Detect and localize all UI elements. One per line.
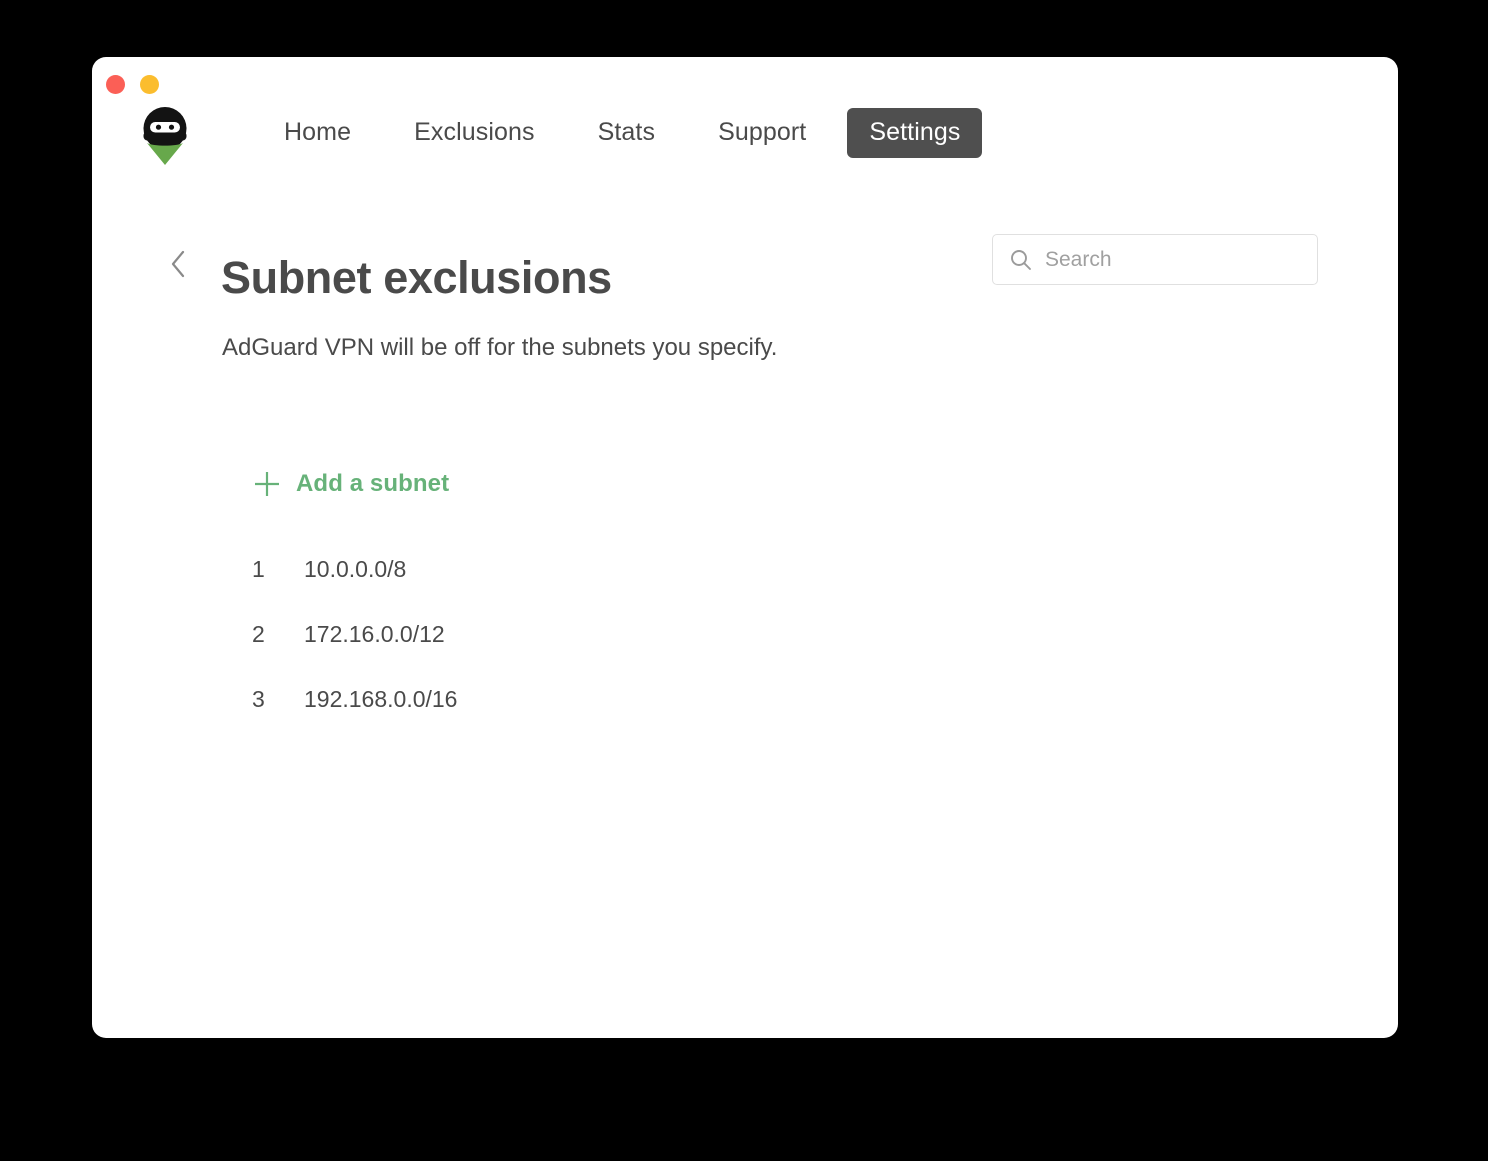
nav-item-settings[interactable]: Settings: [847, 108, 982, 158]
subnet-list-item[interactable]: 2 172.16.0.0/12: [252, 602, 1302, 667]
search-icon: [1010, 249, 1032, 271]
chevron-left-icon: [169, 249, 187, 279]
subnet-list: 1 10.0.0.0/8 2 172.16.0.0/12 3 192.168.0…: [252, 537, 1302, 732]
add-subnet-button[interactable]: Add a subnet: [252, 469, 449, 499]
nav-item-home[interactable]: Home: [262, 108, 373, 158]
search-box[interactable]: [992, 234, 1318, 285]
app-window: Home Exclusions Stats Support Settings S…: [92, 57, 1398, 1038]
main-navigation: Home Exclusions Stats Support Settings: [262, 108, 982, 158]
subnet-index: 3: [252, 686, 304, 713]
search-input[interactable]: [1045, 248, 1295, 272]
plus-icon: [252, 469, 282, 499]
subnet-list-item[interactable]: 1 10.0.0.0/8: [252, 537, 1302, 602]
nav-item-stats[interactable]: Stats: [576, 108, 677, 158]
page-title: Subnet exclusions: [221, 252, 612, 304]
titlebar: Home Exclusions Stats Support Settings: [92, 57, 1398, 187]
subnet-index: 1: [252, 556, 304, 583]
nav-item-exclusions[interactable]: Exclusions: [392, 108, 557, 158]
subnet-value: 10.0.0.0/8: [304, 556, 406, 583]
adguard-vpn-logo-icon: [139, 105, 191, 167]
subnet-index: 2: [252, 621, 304, 648]
add-subnet-label: Add a subnet: [296, 470, 449, 498]
back-button[interactable]: [164, 244, 192, 284]
minimize-window-button[interactable]: [140, 75, 159, 94]
subnet-value: 192.168.0.0/16: [304, 686, 457, 713]
window-controls: [106, 75, 159, 94]
subnet-list-item[interactable]: 3 192.168.0.0/16: [252, 667, 1302, 732]
nav-item-support[interactable]: Support: [696, 108, 828, 158]
subnet-value: 172.16.0.0/12: [304, 621, 445, 648]
page-subtitle: AdGuard VPN will be off for the subnets …: [222, 334, 777, 362]
close-window-button[interactable]: [106, 75, 125, 94]
